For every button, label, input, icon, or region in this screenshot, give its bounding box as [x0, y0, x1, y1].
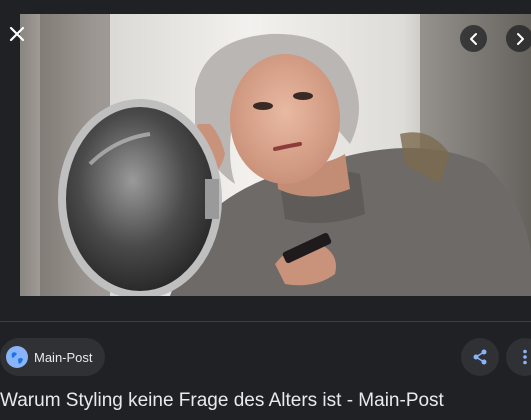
previous-image-button[interactable] — [460, 25, 487, 52]
source-chip[interactable]: Main-Post — [0, 338, 105, 376]
image-viewer: Main-Post Warum Styling keine Frage des … — [0, 0, 531, 420]
photo-illustration — [20, 14, 531, 296]
close-icon — [9, 26, 25, 42]
preview-image[interactable] — [20, 14, 531, 296]
share-button[interactable] — [461, 338, 499, 376]
top-bar — [0, 0, 531, 14]
source-label: Main-Post — [34, 349, 93, 365]
chevron-right-icon — [516, 32, 524, 45]
more-options-button[interactable] — [506, 338, 531, 376]
close-button[interactable] — [3, 20, 31, 48]
share-icon — [473, 349, 487, 365]
divider — [0, 321, 531, 322]
image-title-link[interactable]: Warum Styling keine Frage des Alters ist… — [0, 390, 531, 412]
next-image-button[interactable] — [506, 25, 531, 52]
chevron-left-icon — [469, 32, 477, 45]
globe-icon — [6, 346, 28, 368]
more-vertical-icon — [523, 349, 527, 365]
